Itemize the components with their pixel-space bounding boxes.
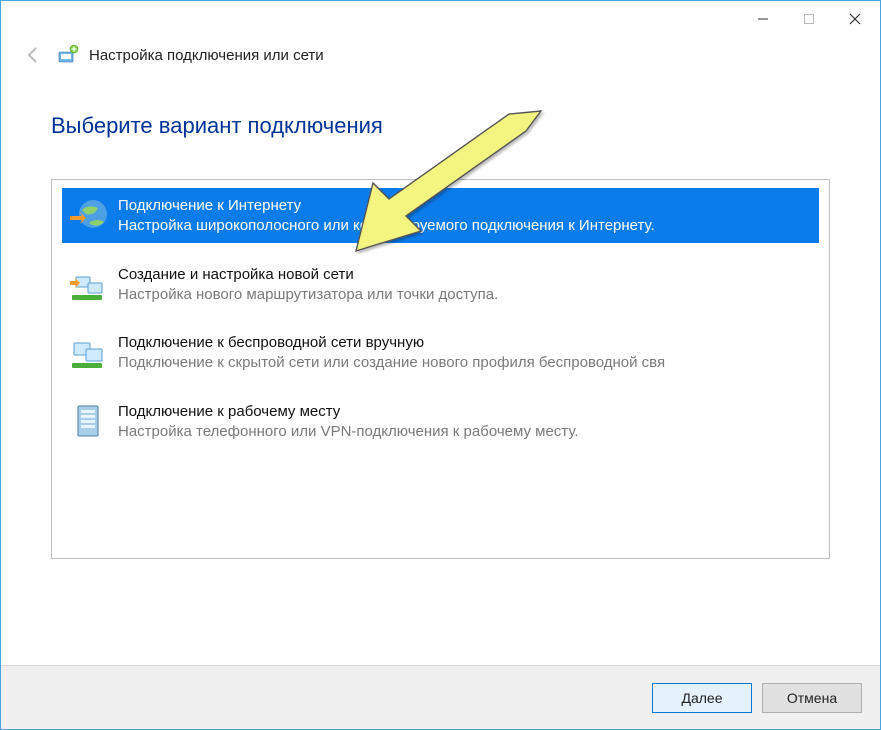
next-button[interactable]: Далее bbox=[652, 683, 752, 713]
option-title: Подключение к Интернету bbox=[118, 196, 813, 216]
options-list: Подключение к Интернету Настройка широко… bbox=[51, 179, 830, 559]
maximize-button[interactable] bbox=[786, 4, 832, 34]
option-desc: Настройка нового маршрутизатора или точк… bbox=[118, 285, 813, 305]
option-title: Подключение к беспроводной сети вручную bbox=[118, 333, 813, 353]
router-icon bbox=[68, 263, 110, 305]
globe-icon bbox=[68, 194, 110, 236]
close-button[interactable] bbox=[832, 4, 878, 34]
option-desc: Настройка широкополосного или коммутируе… bbox=[118, 216, 813, 236]
option-internet-connection[interactable]: Подключение к Интернету Настройка широко… bbox=[62, 188, 819, 243]
header: Настройка подключения или сети bbox=[1, 37, 880, 83]
option-desc: Настройка телефонного или VPN-подключени… bbox=[118, 422, 813, 442]
content: Выберите вариант подключения Подключение… bbox=[1, 83, 880, 559]
footer: Далее Отмена bbox=[1, 665, 880, 729]
option-wireless-manual[interactable]: Подключение к беспроводной сети вручную … bbox=[62, 325, 819, 380]
minimize-button[interactable] bbox=[740, 4, 786, 34]
option-title: Создание и настройка новой сети bbox=[118, 265, 813, 285]
option-new-network[interactable]: Создание и настройка новой сети Настройк… bbox=[62, 257, 819, 312]
wizard-icon bbox=[57, 44, 79, 66]
server-icon bbox=[68, 400, 110, 442]
back-button[interactable] bbox=[19, 41, 47, 69]
option-title: Подключение к рабочему месту bbox=[118, 402, 813, 422]
option-workplace[interactable]: Подключение к рабочему месту Настройка т… bbox=[62, 394, 819, 449]
page-heading: Выберите вариант подключения bbox=[51, 113, 830, 139]
titlebar bbox=[1, 1, 880, 37]
wireless-icon bbox=[68, 331, 110, 373]
wizard-title: Настройка подключения или сети bbox=[89, 47, 324, 64]
wizard-window: Настройка подключения или сети Выберите … bbox=[0, 0, 881, 730]
cancel-button[interactable]: Отмена bbox=[762, 683, 862, 713]
option-desc: Подключение к скрытой сети или создание … bbox=[118, 353, 813, 373]
